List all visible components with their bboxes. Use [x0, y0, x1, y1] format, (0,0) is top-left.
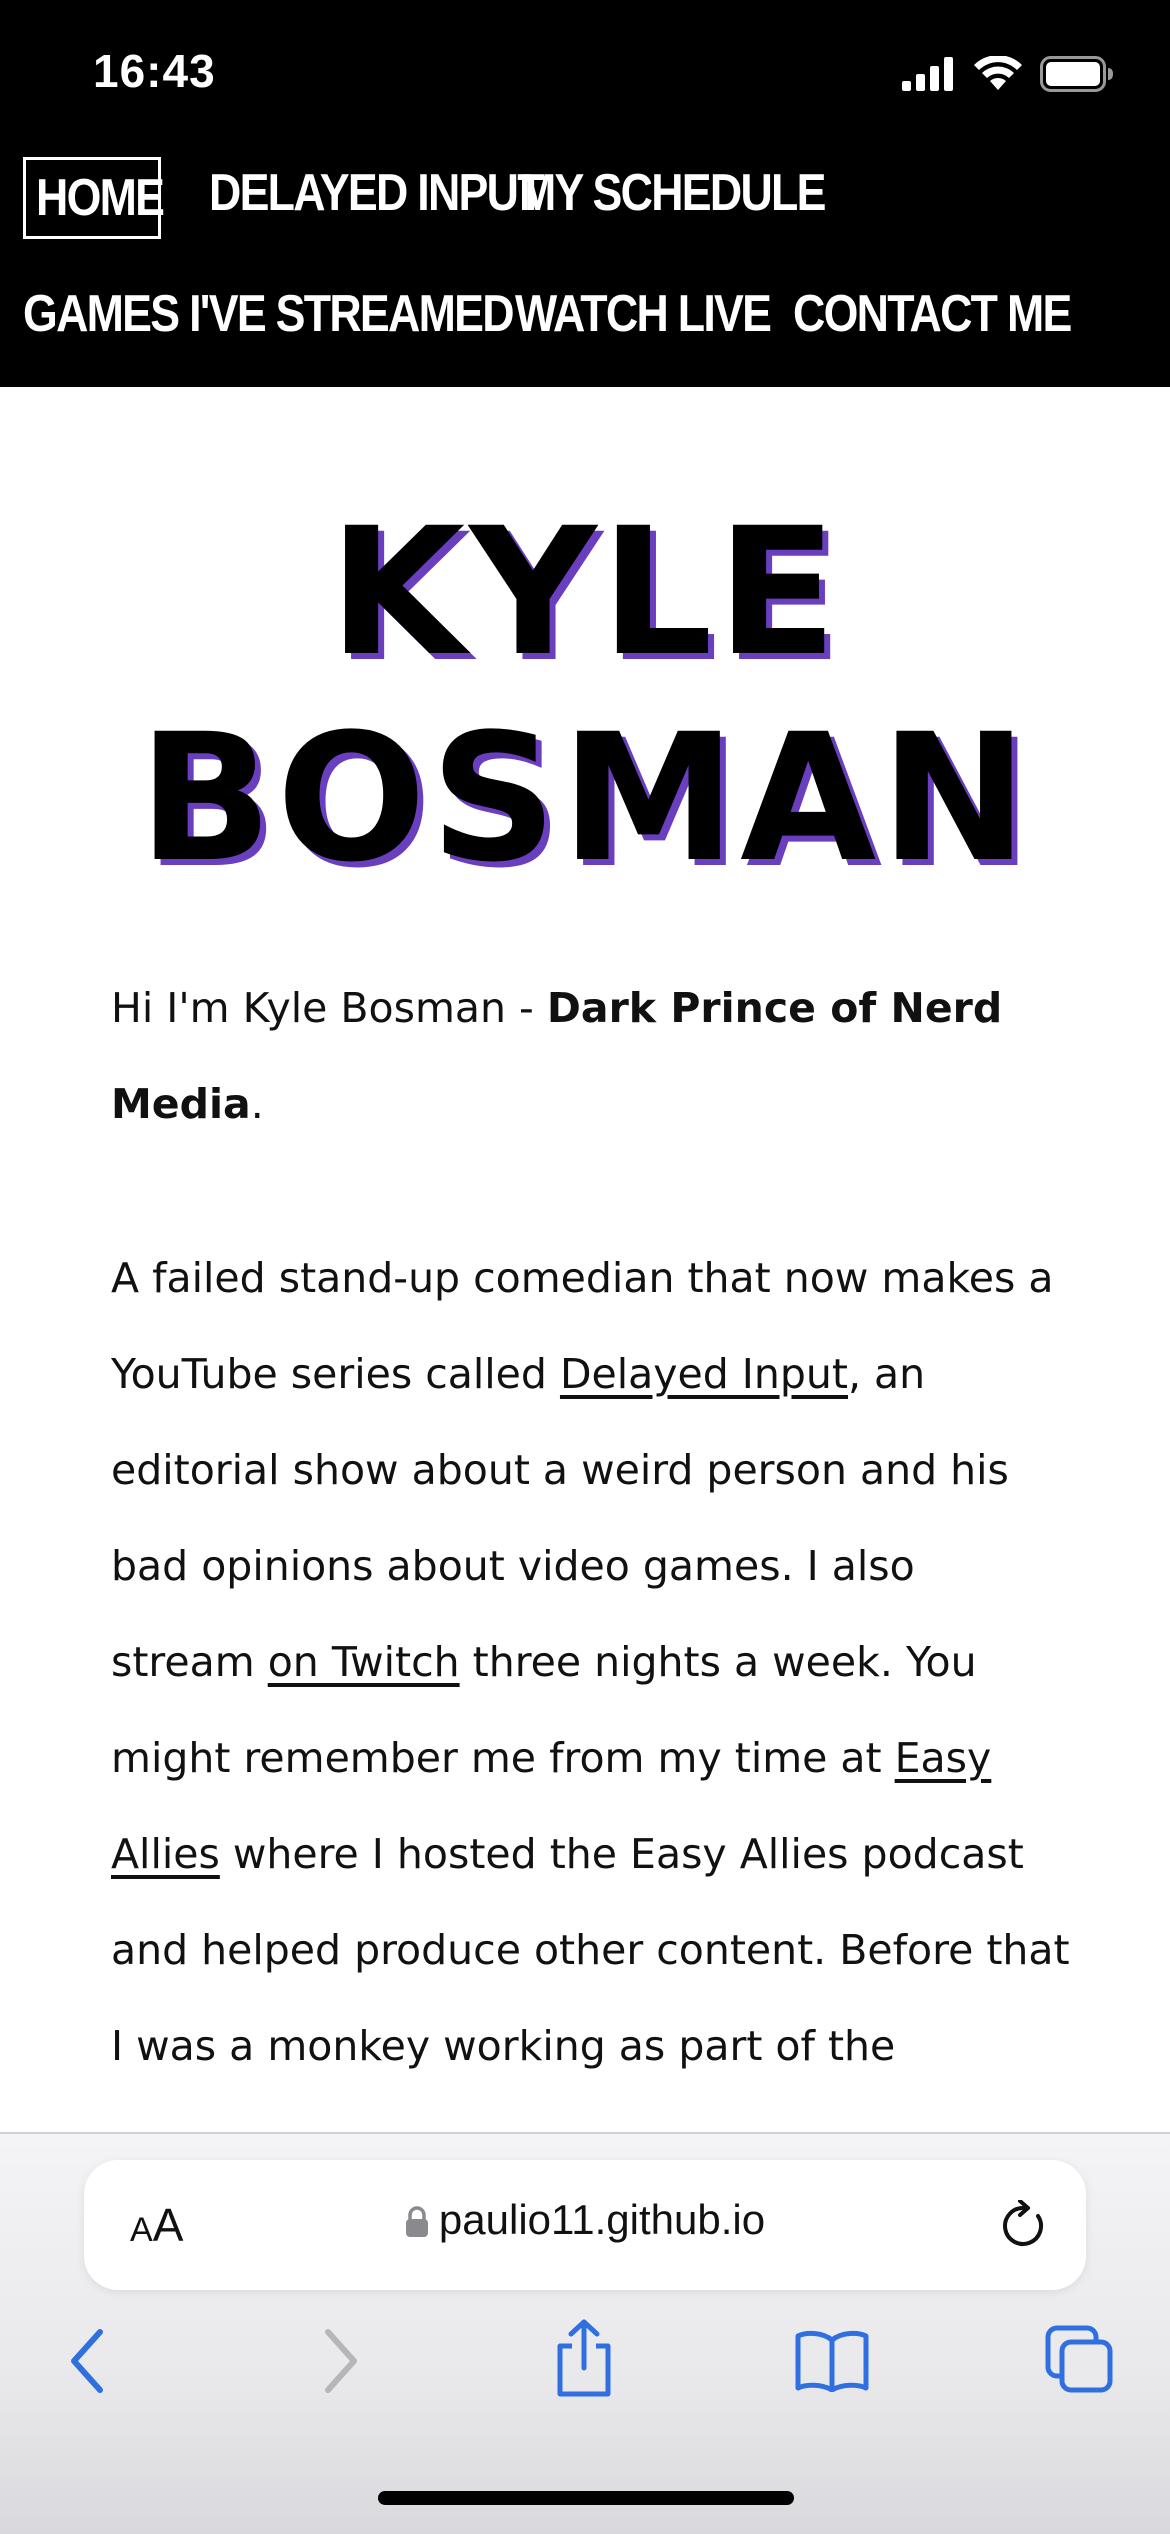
bio-paragraph: A failed stand-up comedian that now make…: [111, 1230, 1071, 2094]
twitch-link[interactable]: on Twitch: [268, 1638, 460, 1686]
nav-home-label: HOME: [36, 169, 165, 227]
battery-icon: [1040, 56, 1113, 92]
cellular-signal-icon: [902, 57, 953, 91]
home-indicator: [378, 2491, 794, 2505]
lock-icon: [405, 2206, 428, 2237]
nav-delayed-input[interactable]: DELAYED INPUT: [209, 161, 545, 241]
reload-icon[interactable]: [1000, 2200, 1048, 2250]
url-display[interactable]: paulio11.github.io: [84, 2196, 1086, 2244]
hero-first-name: KYLE: [328, 490, 842, 695]
nav-games-streamed-label: GAMES I'VE STREAMED: [23, 285, 515, 343]
intro-prefix: Hi I'm Kyle Bosman -: [111, 984, 547, 1032]
nav-row-primary: HOME DELAYED INPUT MY SCHEDULE: [23, 157, 826, 241]
hero-title: KYLE BOSMAN: [0, 490, 1170, 902]
hero-last-name: BOSMAN: [138, 696, 1032, 901]
nav-delayed-input-label: DELAYED INPUT: [209, 164, 545, 222]
status-icons: [902, 52, 1114, 96]
bio-text-4: where I hosted the Easy Allies podcast a…: [111, 1830, 1070, 2070]
nav-contact-me[interactable]: CONTACT ME: [793, 282, 1072, 362]
nav-my-schedule-label: MY SCHEDULE: [519, 164, 826, 222]
status-time: 16:43: [93, 45, 216, 97]
nav-row-secondary: GAMES I'VE STREAMED WATCH LIVE CONTACT M…: [23, 282, 1072, 362]
nav-games-streamed[interactable]: GAMES I'VE STREAMED: [23, 282, 515, 362]
wifi-icon: [974, 56, 1022, 90]
share-icon[interactable]: [552, 2318, 616, 2398]
bookmarks-icon[interactable]: [794, 2330, 870, 2392]
url-text: paulio11.github.io: [438, 2196, 766, 2243]
forward-icon[interactable]: [318, 2326, 362, 2396]
delayed-input-link[interactable]: Delayed Input: [560, 1350, 848, 1398]
back-icon[interactable]: [66, 2326, 110, 2396]
nav-watch-live[interactable]: WATCH LIVE: [515, 282, 793, 362]
nav-watch-live-label: WATCH LIVE: [515, 285, 772, 343]
status-bar: 16:43: [0, 0, 1170, 150]
nav-home[interactable]: HOME: [23, 157, 165, 239]
site-header: 16:43 HOME DELAYED INPUT MY SCHEDULE GAM…: [0, 0, 1170, 387]
bio-text-2: , an editorial show about a weird person…: [111, 1350, 1009, 1686]
intro-paragraph: Hi I'm Kyle Bosman - Dark Prince of Nerd…: [111, 960, 1071, 1152]
tabs-icon[interactable]: [1044, 2324, 1114, 2394]
browser-toolbar: AA paulio11.github.io: [0, 2132, 1170, 2534]
intro-suffix: .: [250, 1080, 264, 1128]
address-bar[interactable]: AA paulio11.github.io: [84, 2160, 1086, 2290]
nav-my-schedule[interactable]: MY SCHEDULE: [519, 161, 826, 241]
about-content: Hi I'm Kyle Bosman - Dark Prince of Nerd…: [111, 960, 1071, 2172]
nav-contact-me-label: CONTACT ME: [793, 285, 1072, 343]
